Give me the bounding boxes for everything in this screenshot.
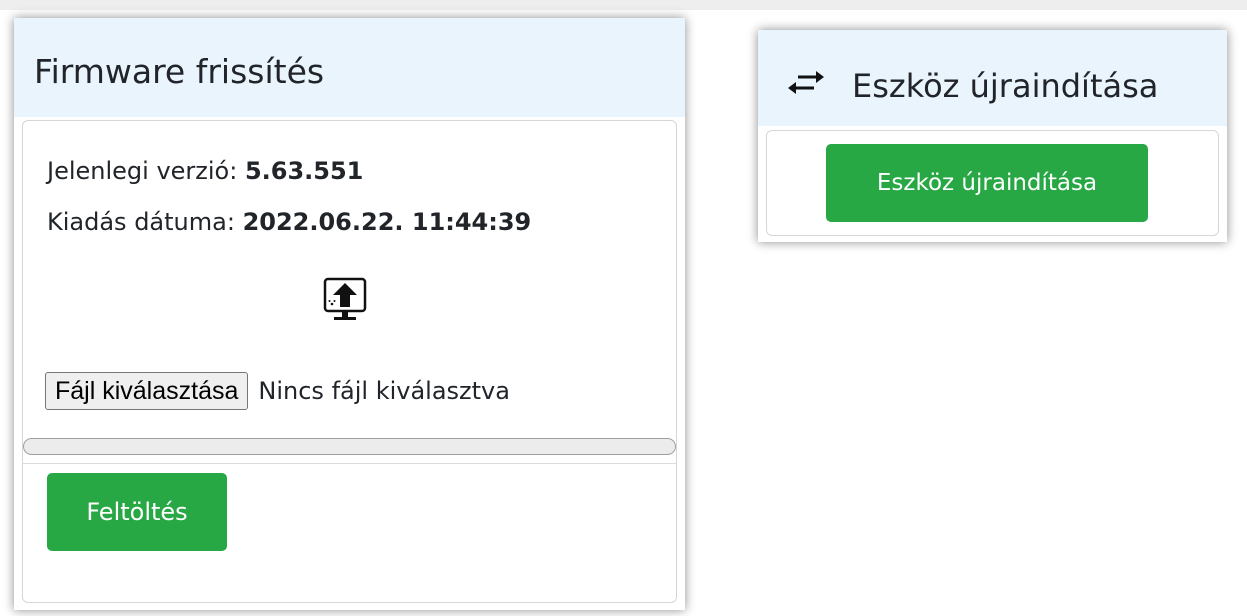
current-version-label: Jelenlegi verzió:: [47, 157, 245, 185]
release-date-label: Kiadás dátuma:: [47, 208, 243, 236]
device-restart-card: Eszköz újraindítása Eszköz újraindítása: [758, 30, 1227, 242]
release-date-row: Kiadás dátuma: 2022.06.22. 11:44:39: [47, 207, 531, 237]
monitor-upload-icon: [323, 277, 367, 320]
file-status-text: Nincs fájl kiválasztva: [258, 377, 510, 405]
firmware-card-title: Firmware frissítés: [34, 52, 325, 91]
upload-progress-bar: [23, 438, 676, 455]
card-divider: [23, 463, 676, 464]
firmware-update-card: Firmware frissítés Jelenlegi verzió: 5.6…: [14, 18, 685, 610]
release-date-value: 2022.06.22. 11:44:39: [242, 208, 532, 236]
restart-card-body: Eszköz újraindítása: [766, 130, 1219, 236]
firmware-card-header: Firmware frissítés: [14, 18, 685, 117]
top-strip: [0, 0, 1247, 10]
current-version-row: Jelenlegi verzió: 5.63.551: [47, 156, 363, 186]
current-version-value: 5.63.551: [244, 157, 364, 185]
restart-card-title: Eszköz újraindítása: [852, 67, 1159, 105]
restart-device-button[interactable]: Eszköz újraindítása: [826, 144, 1148, 222]
swap-arrows-icon: [788, 71, 824, 94]
upload-button[interactable]: Feltöltés: [47, 473, 227, 551]
file-input-row: Fájl kiválasztása Nincs fájl kiválasztva: [45, 371, 510, 411]
choose-file-button[interactable]: Fájl kiválasztása: [45, 372, 249, 410]
firmware-card-body: Jelenlegi verzió: 5.63.551 Kiadás dátuma…: [22, 120, 677, 603]
restart-card-header: Eszköz újraindítása: [758, 30, 1227, 126]
